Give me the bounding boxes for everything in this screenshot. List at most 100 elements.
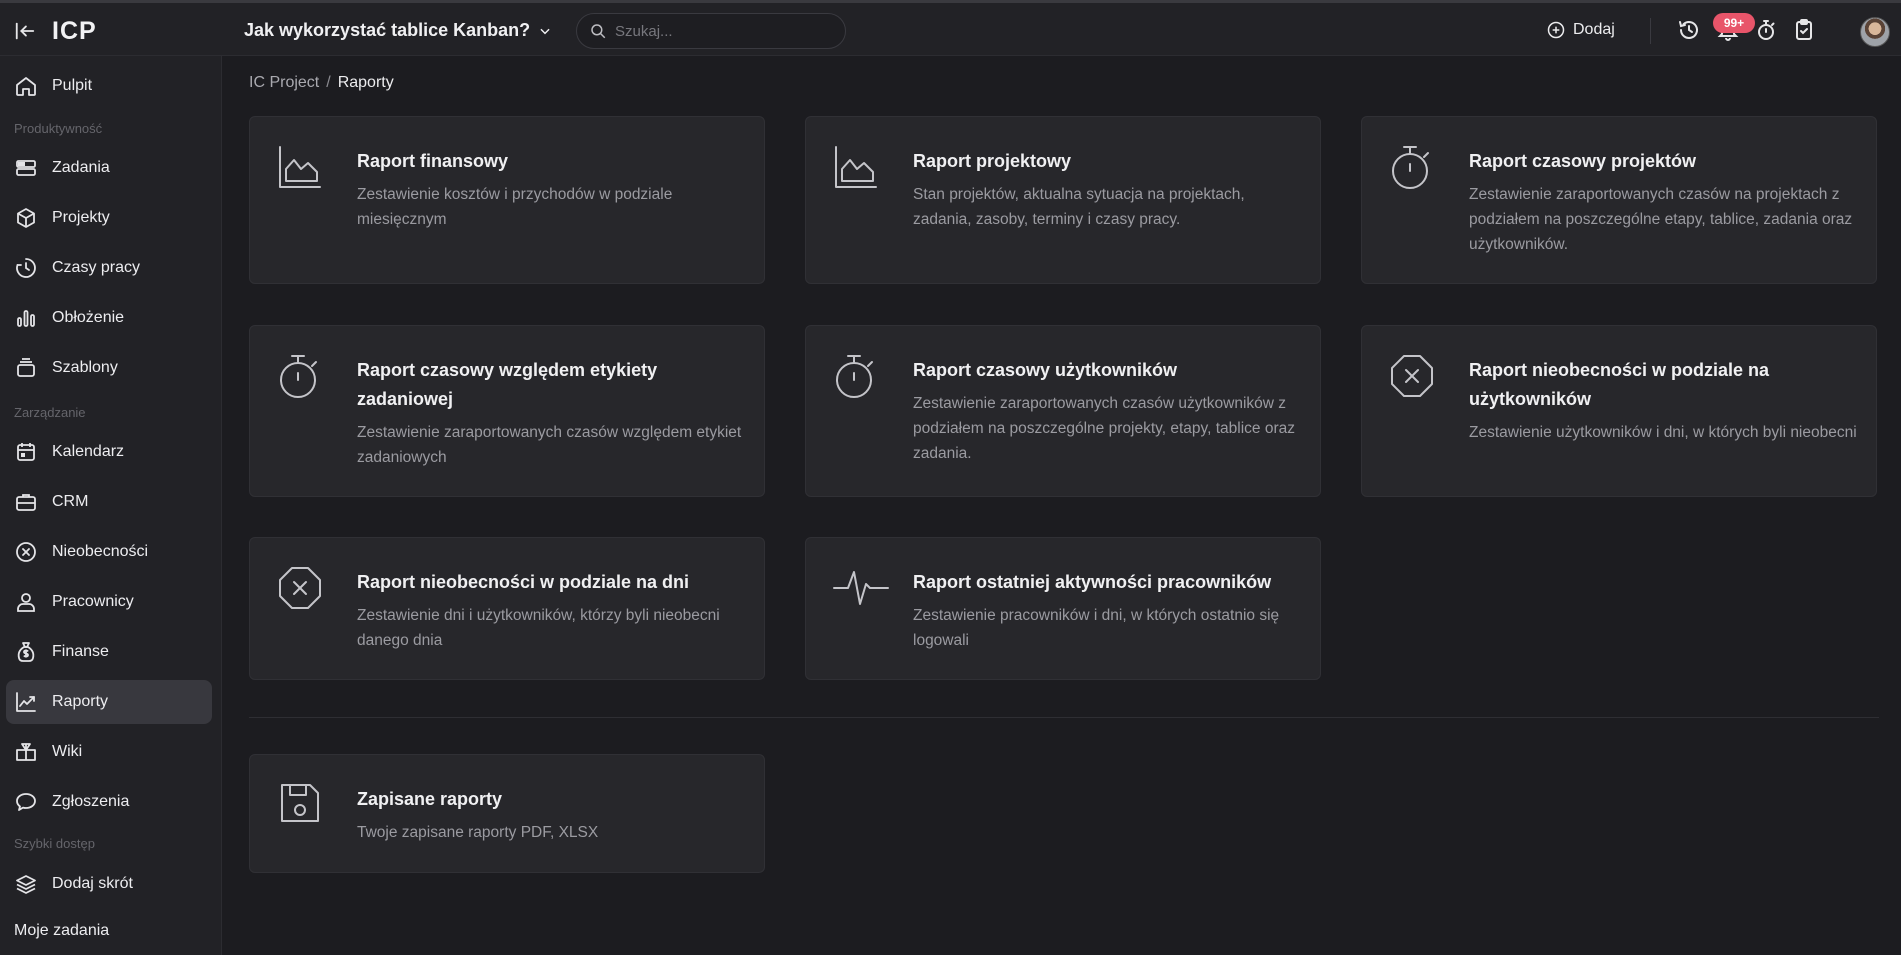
stopwatch-icon [1388,143,1436,191]
sidebar-item-szablony[interactable]: Szablony [6,346,212,390]
sidebar-item-label: Projekty [52,209,110,226]
sidebar-item-label: CRM [52,493,89,510]
report-title: Raport czasowy względem etykiety zadanio… [357,360,658,409]
report-card-project[interactable]: Raport projektowy Stan projektów, aktual… [805,116,1321,284]
sidebar-item-label: Kalendarz [52,443,125,460]
section-label-management: Zarządzanie [14,405,86,420]
sidebar-item-wiki[interactable]: Wiki [6,730,212,774]
employee-icon [17,593,35,612]
area-chart-icon [832,143,880,191]
x-circle-icon [16,542,36,562]
clipboard-check-icon[interactable] [1792,18,1816,42]
history-icon[interactable] [1677,18,1701,42]
breadcrumb-current: Raporty [337,74,394,91]
x-octagon-icon [1388,352,1436,400]
sidebar-item-pracownicy[interactable]: Pracownicy [6,580,212,624]
report-description: Zestawienie zaraportowanych czasów na pr… [1469,186,1853,253]
sidebar-item-label: Czasy pracy [52,259,141,276]
sidebar: Pulpit Produktywność Zadania Projekty Cz… [0,56,222,955]
app-logo[interactable]: ICP [52,17,97,46]
calendar-icon [17,443,35,461]
report-card-label-time[interactable]: Raport czasowy względem etykiety zadanio… [249,325,765,497]
search-input[interactable] [615,22,815,40]
sidebar-item-label: Raporty [52,693,109,710]
report-description: Stan projektów, aktualna sytuacja na pro… [913,186,1245,228]
section-label-productivity: Produktywność [14,121,103,136]
sidebar-item-crm[interactable]: CRM [6,480,212,524]
report-description: Zestawienie użytkowników i dni, w któryc… [1469,424,1857,441]
report-description: Zestawienie zaraportowanych czasów użytk… [913,395,1295,462]
workload-chart-icon [17,310,35,327]
report-card-project-time[interactable]: Raport czasowy projektów Zestawienie zar… [1361,116,1877,284]
breadcrumb-separator: / [326,74,331,91]
project-title: Jak wykorzystać tablice Kanban? [244,20,531,40]
report-card-absence-users[interactable]: Raport nieobecności w podziale na użytko… [1361,325,1877,497]
report-card-financial[interactable]: Raport finansowy Zestawienie kosztów i p… [249,116,765,284]
chevron-down-icon [540,28,550,34]
collapse-sidebar-icon[interactable] [14,20,36,42]
report-card-absence-days[interactable]: Raport nieobecności w podziale na dni Ze… [249,537,765,680]
project-selector[interactable]: Jak wykorzystać tablice Kanban? [244,20,552,41]
cube-icon [17,208,35,228]
area-chart-icon [276,143,324,191]
sidebar-item-label: Szablony [52,359,118,376]
sidebar-item-kalendarz[interactable]: Kalendarz [6,430,212,474]
sidebar-item-raporty[interactable]: Raporty [6,680,212,724]
chat-bubble-icon [16,793,36,811]
stopwatch-icon[interactable] [1754,18,1778,42]
pulse-icon [832,564,890,612]
search-box[interactable] [576,13,846,49]
sidebar-item-label: Zgłoszenia [52,793,130,810]
report-title: Raport czasowy użytkowników [913,360,1178,380]
chart-line-icon [16,692,36,712]
sidebar-item-label: Pracownicy [52,593,134,610]
time-tracking-icon [16,258,36,278]
report-title: Raport ostatniej aktywności pracowników [913,572,1272,592]
report-title: Raport nieobecności w podziale na dni [357,572,690,592]
home-icon [16,77,36,96]
report-title: Raport czasowy projektów [1469,151,1697,171]
sidebar-item-oblozenie[interactable]: Obłożenie [6,296,212,340]
report-card-user-time[interactable]: Raport czasowy użytkowników Zestawienie … [805,325,1321,497]
breadcrumb-root[interactable]: IC Project [249,74,319,91]
x-octagon-icon [276,564,324,612]
sidebar-item-label: Dodaj skrót [52,875,133,892]
stopwatch-icon [276,352,324,400]
add-button[interactable]: Dodaj [1546,20,1615,40]
sidebar-item-zgloszenia[interactable]: Zgłoszenia [6,780,212,824]
sidebar-item-projekty[interactable]: Projekty [6,196,212,240]
sidebar-item-label: Finanse [52,643,109,660]
top-bar: ICP Jak wykorzystać tablice Kanban? Doda… [0,0,1901,56]
report-title: Raport finansowy [357,151,509,171]
report-description: Zestawienie dni i użytkowników, którzy b… [357,607,720,649]
sidebar-item-moje-zadania[interactable]: Moje zadania [14,922,109,940]
layers-plus-icon [16,875,36,894]
user-avatar[interactable] [1860,17,1890,47]
section-divider [249,717,1879,718]
sidebar-item-pulpit[interactable]: Pulpit [6,64,212,108]
money-bag-icon [17,642,35,662]
add-label: Dodaj [1573,21,1615,38]
report-card-activity[interactable]: Raport ostatniej aktywności pracowników … [805,537,1321,680]
report-description: Zestawienie kosztów i przychodów w podzi… [357,186,673,228]
sidebar-item-czasy-pracy[interactable]: Czasy pracy [6,246,212,290]
plus-circle-icon [1547,21,1565,39]
stopwatch-icon [832,352,880,400]
section-label-quick-access: Szybki dostęp [14,836,95,851]
sidebar-item-label: Nieobecności [52,543,149,560]
report-description: Twoje zapisane raporty PDF, XLSX [357,824,599,841]
sidebar-item-label: Wiki [52,743,83,760]
saved-reports-card[interactable]: Zapisane raporty Twoje zapisane raporty … [249,754,765,873]
sidebar-item-nieobecnosci[interactable]: Nieobecności [6,530,212,574]
sidebar-item-zadania[interactable]: Zadania [6,146,212,190]
report-description: Zestawienie pracowników i dni, w których… [913,607,1280,649]
sidebar-item-label: Zadania [52,159,110,176]
templates-icon [17,358,35,377]
sidebar-item-finanse[interactable]: Finanse [6,630,212,674]
report-title: Raport nieobecności w podziale na użytko… [1469,360,1770,409]
sidebar-item-dodaj-skrot[interactable]: Dodaj skrót [6,862,212,906]
book-box-icon [16,743,36,761]
briefcase-icon [16,494,36,511]
report-description: Zestawienie zaraportowanych czasów wzglę… [357,424,742,466]
divider [1650,18,1651,44]
